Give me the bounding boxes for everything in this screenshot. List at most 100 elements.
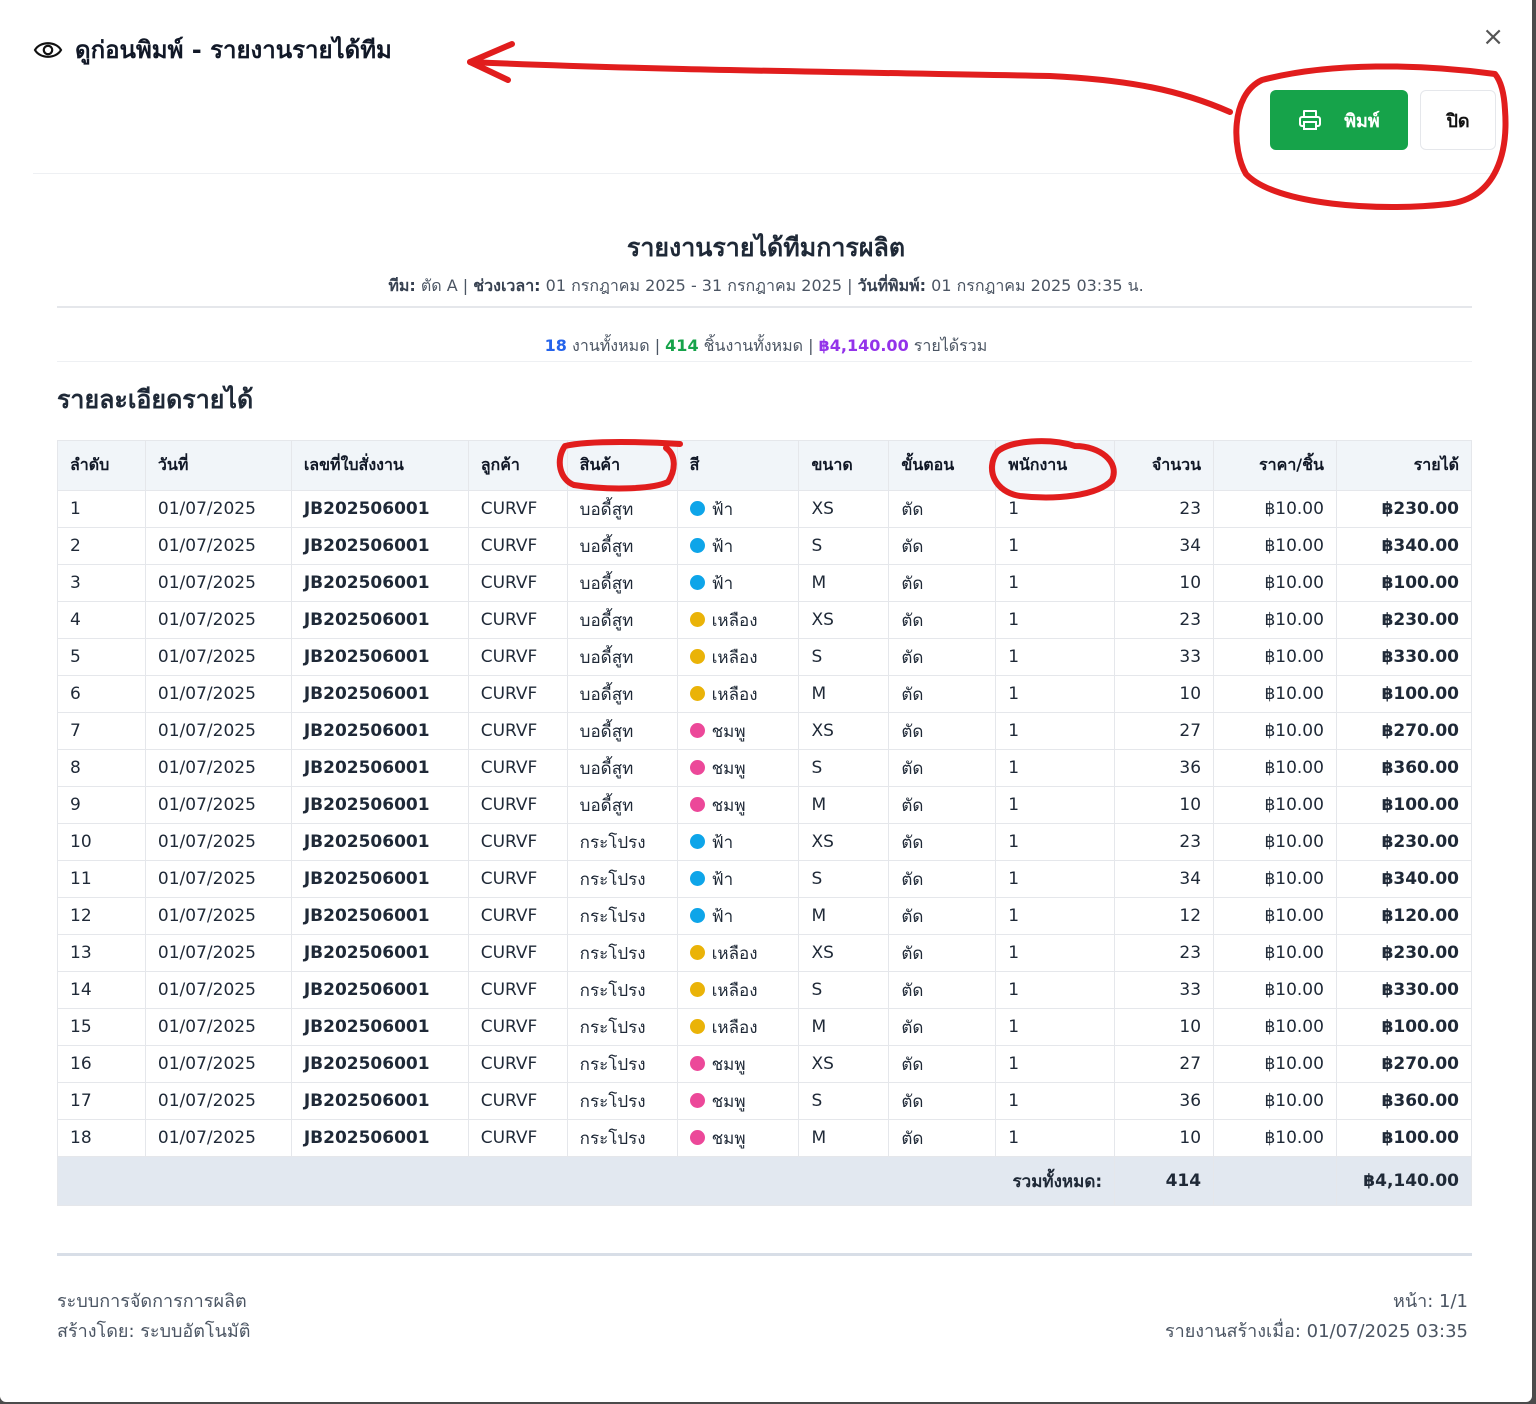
color-swatch <box>689 759 705 775</box>
cell-worker: 1 <box>995 638 1116 676</box>
cell-qty: 12 <box>1114 897 1215 935</box>
printer-icon <box>1299 110 1322 130</box>
cell-no: 1 <box>57 490 146 528</box>
close-button[interactable]: ปิด <box>1420 90 1496 150</box>
cell-job: JB202506001 <box>290 712 469 750</box>
color-label: ชมพู <box>711 1091 746 1112</box>
cell-customer: CURVF <box>467 675 568 713</box>
cell-color: ฟ้า <box>676 860 800 898</box>
color-swatch <box>689 537 705 553</box>
cell-no: 3 <box>57 564 146 602</box>
cell-product: บอดี้สูท <box>566 527 678 565</box>
color-swatch <box>689 833 705 849</box>
report-meta: ทีม: ตัด A | ช่วงเวลา: 01 กรกฎาคม 2025 -… <box>0 274 1532 299</box>
cell-job: JB202506001 <box>290 564 469 602</box>
cell-color: เหลือง <box>676 675 800 713</box>
cell-worker: 1 <box>995 601 1116 639</box>
cell-price: ฿10.00 <box>1213 934 1337 972</box>
print-button[interactable]: พิมพ์ <box>1270 90 1408 150</box>
cell-income: ฿270.00 <box>1335 1045 1473 1083</box>
cell-worker: 1 <box>995 971 1116 1009</box>
total-income: ฿4,140.00 <box>818 336 909 355</box>
table-row: 9 01/07/2025 JB202506001 CURVF บอดี้สูท ชมพู M… <box>57 786 1473 824</box>
cell-color: ฟ้า <box>676 527 800 565</box>
color-label: เหลือง <box>711 980 758 1001</box>
color-swatch <box>689 1129 705 1145</box>
cell-income: ฿120.00 <box>1335 897 1473 935</box>
cell-job: JB202506001 <box>290 1119 469 1157</box>
cell-no: 9 <box>57 786 146 824</box>
close-icon[interactable]: × <box>1482 24 1504 50</box>
cell-step: ตัด <box>888 1045 997 1083</box>
cell-worker: 1 <box>995 712 1116 750</box>
cell-income: ฿330.00 <box>1335 638 1473 676</box>
total-empty-cell <box>1213 1156 1337 1206</box>
cell-product: กระโปรง <box>566 1045 678 1083</box>
cell-job: JB202506001 <box>290 527 469 565</box>
header-divider <box>33 173 1500 174</box>
cell-step: ตัด <box>888 527 997 565</box>
col-header: พนักงาน <box>995 440 1116 491</box>
cell-no: 11 <box>57 860 146 898</box>
cell-worker: 1 <box>995 490 1116 528</box>
cell-income: ฿330.00 <box>1335 971 1473 1009</box>
table-row: 15 01/07/2025 JB202506001 CURVF กระโปรง เหลือ… <box>57 1008 1473 1046</box>
cell-price: ฿10.00 <box>1213 601 1337 639</box>
cell-customer: CURVF <box>467 1119 568 1157</box>
cell-price: ฿10.00 <box>1213 823 1337 861</box>
color-label: ชมพู <box>711 795 746 816</box>
color-label: ชมพู <box>711 758 746 779</box>
cell-color: ชมพู <box>676 712 800 750</box>
cell-product: กระโปรง <box>566 860 678 898</box>
cell-date: 01/07/2025 <box>144 638 292 676</box>
cell-date: 01/07/2025 <box>144 823 292 861</box>
cell-color: เหลือง <box>676 934 800 972</box>
cell-step: ตัด <box>888 897 997 935</box>
cell-qty: 27 <box>1114 1045 1215 1083</box>
cell-qty: 33 <box>1114 971 1215 1009</box>
cell-customer: CURVF <box>467 638 568 676</box>
cell-customer: CURVF <box>467 971 568 1009</box>
total-income-label: รายได้รวม <box>908 336 988 355</box>
table-row: 3 01/07/2025 JB202506001 CURVF บอดี้สูท ฟ้า M ต… <box>57 564 1473 602</box>
cell-customer: CURVF <box>467 823 568 861</box>
cell-color: ฟ้า <box>676 564 800 602</box>
cell-size: M <box>798 564 890 602</box>
cell-job: JB202506001 <box>290 897 469 935</box>
cell-price: ฿10.00 <box>1213 1008 1337 1046</box>
cell-customer: CURVF <box>467 749 568 787</box>
col-header: ขั้นตอน <box>888 440 997 491</box>
color-label: เหลือง <box>711 1017 758 1038</box>
cell-income: ฿100.00 <box>1335 786 1473 824</box>
cell-step: ตัด <box>888 786 997 824</box>
color-label: เหลือง <box>711 647 758 668</box>
color-swatch <box>689 500 705 516</box>
cell-qty: 36 <box>1114 1082 1215 1120</box>
cell-customer: CURVF <box>467 601 568 639</box>
cell-price: ฿10.00 <box>1213 1045 1337 1083</box>
cell-step: ตัด <box>888 712 997 750</box>
cell-no: 6 <box>57 675 146 713</box>
col-header: จำนวน <box>1114 440 1215 491</box>
cell-size: XS <box>798 1045 890 1083</box>
footer-created-at: รายงานสร้างเมื่อ: 01/07/2025 03:35 <box>1164 1321 1468 1342</box>
footer-created-by: สร้างโดย: ระบบอัตโนมัติ <box>57 1321 251 1342</box>
cell-no: 14 <box>57 971 146 1009</box>
col-header: สี <box>676 440 800 491</box>
color-label: ฟ้า <box>711 869 734 890</box>
cell-product: บอดี้สูท <box>566 712 678 750</box>
color-label: ฟ้า <box>711 906 734 927</box>
cell-qty: 23 <box>1114 934 1215 972</box>
col-header: ลำดับ <box>57 440 146 491</box>
cell-worker: 1 <box>995 564 1116 602</box>
cell-price: ฿10.00 <box>1213 527 1337 565</box>
cell-worker: 1 <box>995 749 1116 787</box>
cell-income: ฿100.00 <box>1335 1119 1473 1157</box>
total-label: รวมทั้งหมด: <box>56 1156 1116 1206</box>
color-swatch <box>689 722 705 738</box>
cell-step: ตัด <box>888 1082 997 1120</box>
cell-qty: 27 <box>1114 712 1215 750</box>
color-label: เหลือง <box>711 610 758 631</box>
cell-job: JB202506001 <box>290 1045 469 1083</box>
cell-customer: CURVF <box>467 1082 568 1120</box>
